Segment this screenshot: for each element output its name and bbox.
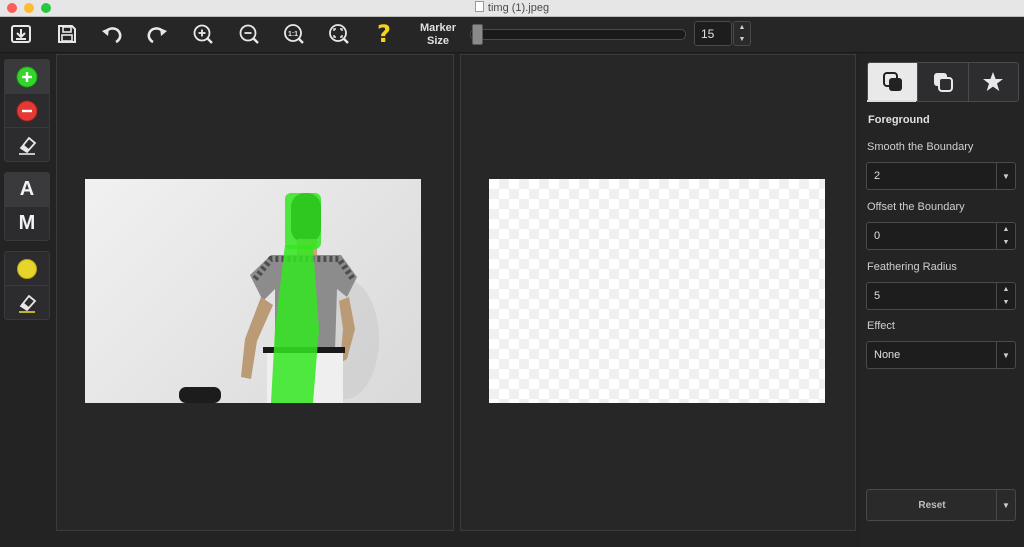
left-toolbox: A M	[4, 59, 50, 330]
mode-tool-group: A M	[4, 172, 50, 241]
smooth-boundary-select[interactable]: 2 ▼	[866, 162, 1016, 190]
marker-size-slider-thumb[interactable]	[472, 24, 483, 45]
settings-panel: Foreground Smooth the Boundary 2 ▼ Offse…	[860, 54, 1024, 547]
effect-value: None	[874, 349, 901, 361]
stepper-down-icon[interactable]: ▼	[997, 236, 1015, 249]
add-foreground-icon	[16, 66, 38, 87]
color-eraser-tool[interactable]	[5, 286, 49, 319]
stepper-down-icon[interactable]: ▼	[997, 296, 1015, 309]
save-button[interactable]	[54, 21, 80, 47]
effect-label: Effect	[867, 320, 895, 332]
feathering-radius-value: 5	[874, 290, 881, 302]
zoom-out-icon	[239, 24, 259, 44]
title-bar: timg (1).jpeg	[0, 0, 1024, 17]
mark-foreground-tool[interactable]	[5, 60, 49, 94]
panel-tabs	[867, 62, 1019, 102]
help-button[interactable]: ?	[371, 20, 397, 48]
background-tab-icon	[933, 73, 953, 92]
mark-background-tool[interactable]	[5, 94, 49, 128]
reset-button[interactable]: Reset ▼	[866, 489, 1016, 521]
result-transparent-preview	[489, 179, 825, 403]
fit-to-window-icon	[329, 24, 349, 44]
offset-boundary-value: 0	[874, 230, 881, 242]
actual-size-text: 1:1	[288, 31, 298, 38]
tab-effects[interactable]	[968, 63, 1018, 101]
zoom-out-button[interactable]	[236, 21, 262, 47]
manual-mode-label: M	[18, 212, 36, 234]
zoom-in-icon	[193, 24, 213, 44]
redo-button[interactable]	[144, 21, 170, 47]
tab-foreground[interactable]	[868, 63, 919, 101]
undo-icon	[102, 27, 122, 44]
fit-to-window-button[interactable]	[326, 21, 352, 47]
eraser-icon	[19, 136, 37, 155]
remove-background-icon	[16, 100, 38, 121]
smooth-boundary-value: 2	[874, 170, 881, 182]
source-photo[interactable]	[85, 179, 421, 403]
redo-icon	[147, 27, 167, 44]
reset-label: Reset	[918, 500, 946, 511]
offset-boundary-label: Offset the Boundary	[867, 201, 965, 213]
tab-background[interactable]	[918, 63, 969, 101]
effect-select[interactable]: None ▼	[866, 341, 1016, 369]
chevron-down-icon[interactable]: ▼	[996, 342, 1015, 368]
color-tool-group	[4, 251, 50, 320]
save-to-folder-icon	[11, 25, 31, 43]
offset-boundary-field[interactable]: 0 ▲ ▼	[866, 222, 1016, 250]
marker-size-label-line2: Size	[426, 35, 449, 47]
save-icon	[58, 25, 76, 43]
marker-size-slider-track[interactable]	[470, 29, 686, 40]
foreground-tab-icon	[882, 72, 902, 91]
color-marker-icon	[17, 258, 37, 279]
person-figure	[179, 193, 379, 403]
active-tab-indicator	[867, 100, 916, 102]
effects-tab-icon	[983, 72, 1004, 91]
zoom-in-button[interactable]	[190, 21, 216, 47]
stepper-up-icon[interactable]: ▲	[997, 283, 1015, 296]
marking-tool-group	[4, 59, 50, 162]
help-icon: ?	[377, 20, 391, 48]
undo-button[interactable]	[99, 21, 125, 47]
feathering-radius-stepper[interactable]: ▲ ▼	[996, 283, 1015, 309]
stepper-up-icon[interactable]: ▲	[734, 22, 750, 33]
save-to-folder-button[interactable]	[8, 21, 34, 47]
actual-size-button[interactable]: 1:1	[281, 21, 307, 47]
feathering-radius-label: Feathering Radius	[867, 261, 957, 273]
marker-size-stepper[interactable]: ▲ ▼	[733, 21, 751, 46]
offset-boundary-stepper[interactable]: ▲ ▼	[996, 223, 1015, 249]
window-title-container: timg (1).jpeg	[0, 1, 1024, 14]
window-title: timg (1).jpeg	[487, 2, 550, 14]
chevron-down-icon[interactable]: ▼	[996, 163, 1015, 189]
stepper-up-icon[interactable]: ▲	[997, 223, 1015, 236]
section-title-foreground: Foreground	[868, 114, 930, 126]
eraser-icon	[19, 294, 37, 313]
feathering-radius-field[interactable]: 5 ▲ ▼	[866, 282, 1016, 310]
document-icon	[474, 1, 484, 12]
auto-mode-tool[interactable]: A	[5, 173, 49, 207]
eraser-tool[interactable]	[5, 128, 49, 161]
auto-mode-label: A	[19, 178, 35, 200]
smooth-boundary-label: Smooth the Boundary	[867, 141, 974, 153]
marker-size-label-line1: Marker	[419, 22, 457, 34]
chevron-down-icon[interactable]: ▼	[996, 490, 1015, 520]
actual-size-icon: 1:1	[284, 24, 304, 44]
stepper-down-icon[interactable]: ▼	[734, 34, 750, 45]
color-marker-tool[interactable]	[5, 252, 49, 286]
marker-size-input[interactable]: 15	[694, 21, 732, 46]
manual-mode-tool[interactable]: M	[5, 207, 49, 240]
marker-size-label: Marker Size	[412, 22, 464, 48]
